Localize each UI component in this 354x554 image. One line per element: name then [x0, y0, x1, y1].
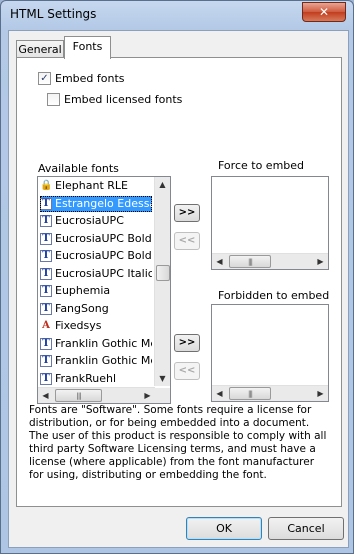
scroll-up-arrow-icon[interactable]: ▲ [155, 177, 170, 192]
embed-licensed-option[interactable]: Embed licensed fonts [47, 93, 182, 106]
font-list-item[interactable]: T FangSong [40, 301, 152, 317]
license-info-text: Fonts are "Software". Some fonts require… [29, 404, 327, 481]
font-list-item[interactable]: T Euphemia [40, 283, 152, 299]
window-title: HTML Settings [10, 7, 97, 21]
font-name: EucrosiaUPC Italic [55, 266, 152, 280]
truetype-icon: T [40, 197, 52, 210]
truetype-icon: T [40, 267, 52, 280]
embed-fonts-option[interactable]: ✓ Embed fonts [38, 72, 125, 85]
scroll-right-arrow-icon[interactable]: ▶ [313, 254, 328, 269]
lock-icon: 🔒 [40, 180, 53, 191]
force-to-embed-label: Force to embed [218, 159, 305, 172]
scroll-left-arrow-icon[interactable]: ◀ [38, 388, 53, 403]
forbidden-horizontal-scrollbar[interactable]: ◀ ||| ▶ [212, 385, 328, 401]
scrollbar-corner [155, 388, 170, 403]
truetype-icon: T [40, 250, 52, 262]
force-to-embed-list[interactable]: ◀ ||| ▶ [211, 176, 329, 270]
force-scroll-thumb[interactable]: ||| [229, 255, 271, 268]
scroll-down-arrow-icon[interactable]: ▼ [155, 371, 170, 386]
available-fonts-label: Available fonts [38, 162, 119, 175]
font-list-item[interactable]: T Estrangelo Edessa [40, 195, 152, 212]
add-forbidden-button[interactable]: >> [174, 334, 200, 352]
scroll-right-arrow-icon[interactable]: ▶ [140, 388, 155, 403]
font-name: EucrosiaUPC Bold I [55, 249, 152, 262]
font-name: FangSong [55, 301, 109, 315]
add-force-button[interactable]: >> [174, 204, 200, 222]
font-list-item[interactable]: T FrankRuehl [40, 371, 152, 387]
close-button[interactable]: ✕ [302, 2, 346, 22]
dialog-client: General Fonts ✓ Embed fonts Embed licens… [8, 30, 349, 548]
font-list-item[interactable]: T EucrosiaUPC Bold I [40, 248, 152, 264]
truetype-icon: T [40, 232, 52, 245]
embed-licensed-label: Embed licensed fonts [64, 93, 183, 106]
cancel-button[interactable]: Cancel [268, 517, 344, 540]
scroll-left-arrow-icon[interactable]: ◀ [212, 254, 227, 269]
remove-force-button[interactable]: << [174, 232, 200, 250]
font-list-item[interactable]: T EucrosiaUPC [40, 213, 152, 229]
truetype-icon: T [40, 337, 52, 350]
font-name: Franklin Gothic Med [55, 336, 152, 350]
forbidden-to-embed-label: Forbidden to embed [218, 289, 330, 302]
horizontal-scrollbar[interactable]: ◀ ||| ▶ [38, 387, 155, 403]
embed-fonts-label: Embed fonts [55, 72, 125, 85]
tab-fonts[interactable]: Fonts [64, 36, 111, 59]
available-fonts-list[interactable]: 🔒 Elephant RLE T Estrangelo Edessa T Eucrosia… [37, 176, 171, 404]
embed-fonts-checkbox[interactable]: ✓ [38, 72, 51, 85]
tab-general[interactable]: General [16, 40, 64, 58]
vertical-scrollbar[interactable]: ▲ ▼ [154, 177, 170, 386]
font-name: Estrangelo Edessa [55, 196, 152, 210]
font-list-item[interactable]: T EucrosiaUPC Bold [40, 231, 152, 247]
truetype-icon: T [40, 302, 52, 315]
font-name: Fixedsys [55, 319, 102, 332]
embed-licensed-checkbox[interactable] [47, 93, 60, 106]
dialog-window: HTML Settings ✕ General Fonts ✓ Embed fo… [0, 0, 354, 554]
font-name: Elephant RLE [55, 179, 128, 192]
font-list-item[interactable]: T EucrosiaUPC Italic [40, 266, 152, 282]
forbidden-scroll-thumb[interactable]: ||| [229, 387, 271, 400]
font-list-item[interactable]: A Fixedsys [40, 318, 152, 334]
scroll-left-arrow-icon[interactable]: ◀ [212, 386, 227, 401]
font-name: EucrosiaUPC Bold [55, 231, 152, 245]
font-name: Franklin Gothic Med [55, 354, 152, 367]
force-horizontal-scrollbar[interactable]: ◀ ||| ▶ [212, 253, 328, 269]
font-name: Euphemia [55, 284, 111, 297]
font-list-item[interactable]: 🔒 Elephant RLE [40, 178, 152, 194]
font-list-item[interactable]: TFranklin Gothic Med [40, 336, 152, 352]
truetype-icon: T [40, 372, 52, 385]
font-name: EucrosiaUPC [55, 214, 124, 227]
remove-forbidden-button[interactable]: << [174, 362, 200, 380]
forbidden-to-embed-list[interactable]: ◀ ||| ▶ [211, 304, 329, 402]
truetype-icon: T [40, 285, 52, 297]
font-list-item[interactable]: TFranklin Gothic Med [40, 353, 152, 369]
truetype-icon: T [40, 355, 52, 367]
vertical-scroll-thumb[interactable] [156, 265, 170, 281]
font-name: FrankRuehl [55, 371, 117, 385]
scroll-right-arrow-icon[interactable]: ▶ [313, 386, 328, 401]
truetype-icon: T [40, 215, 52, 227]
raster-font-icon: A [42, 320, 50, 331]
ok-button[interactable]: OK [186, 517, 262, 540]
horizontal-scroll-thumb[interactable]: ||| [55, 389, 102, 402]
title-bar[interactable]: HTML Settings ✕ [1, 1, 353, 29]
